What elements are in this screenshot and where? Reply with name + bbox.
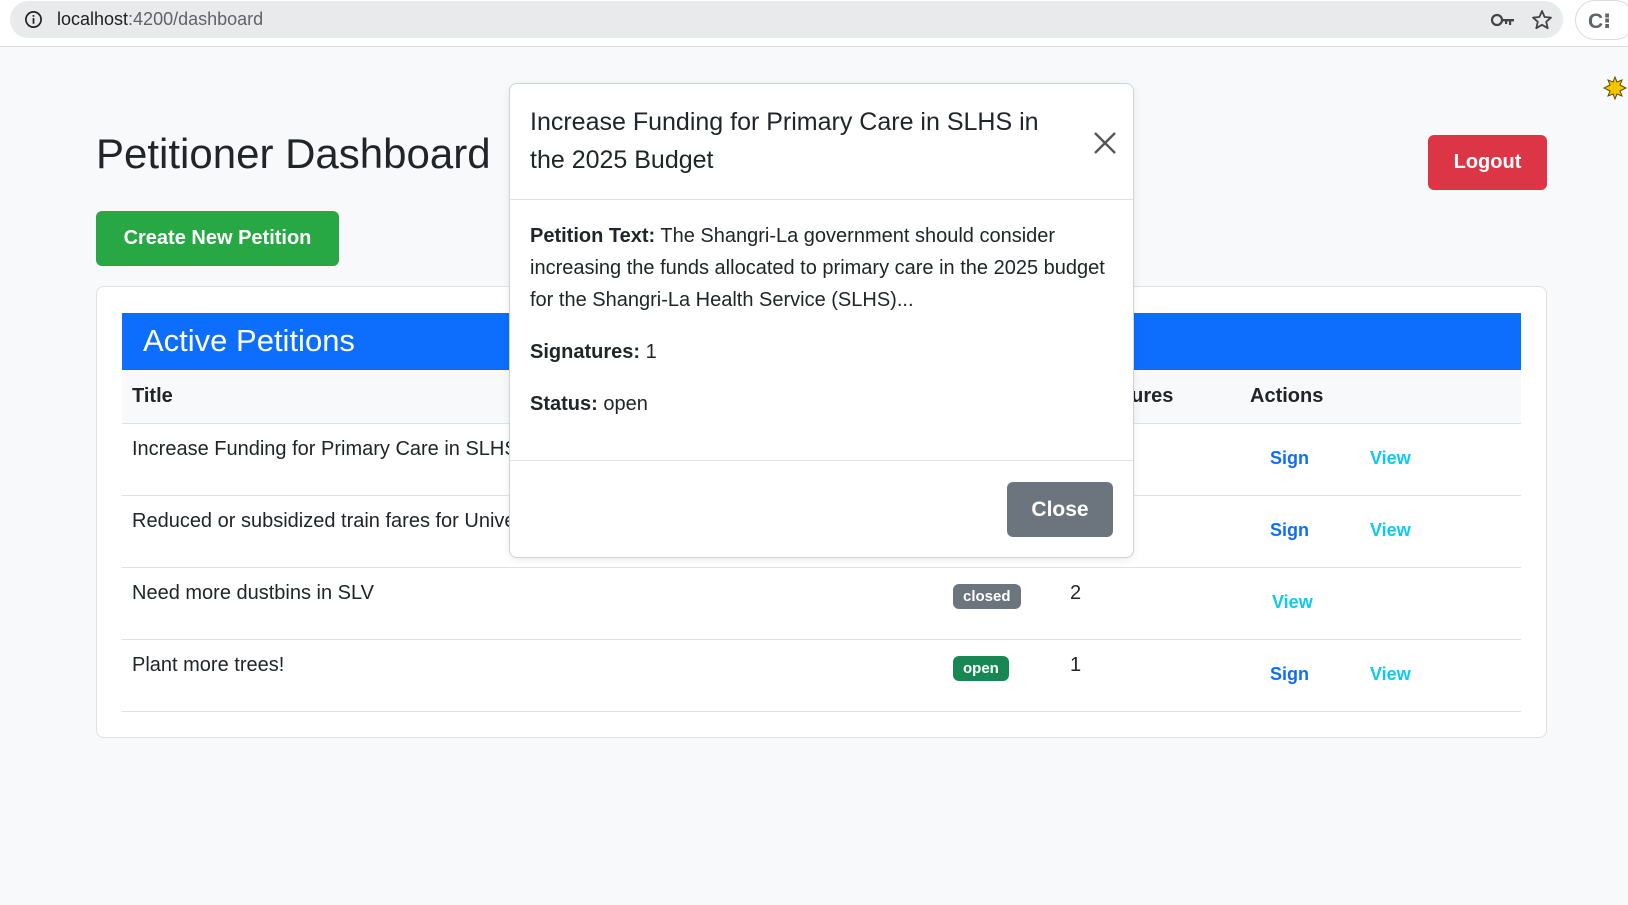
url-text[interactable]: localhost:4200/dashboard (57, 9, 263, 30)
signature-count: 2 (1070, 582, 1082, 604)
view-button[interactable]: View (1370, 448, 1411, 469)
bookmark-star-icon[interactable] (1530, 8, 1554, 32)
table-row: Plant more trees! open 1 Sign View (122, 640, 1521, 712)
sign-button[interactable]: Sign (1270, 520, 1309, 541)
status-value: open (603, 393, 648, 415)
address-bar[interactable]: localhost:4200/dashboard (10, 1, 1563, 38)
column-header-actions: Actions (1250, 385, 1324, 407)
petition-text-label: Petition Text: (530, 225, 656, 247)
logout-button[interactable]: Logout (1428, 135, 1547, 190)
sign-button[interactable]: Sign (1270, 448, 1309, 469)
modal-header: Increase Funding for Primary Care in SLH… (510, 84, 1133, 200)
extension-button[interactable]: C⁝ (1575, 0, 1628, 40)
modal-footer: Close (510, 460, 1133, 557)
sun-icon[interactable] (1603, 76, 1627, 100)
petition-signatures: Signatures: 1 (530, 336, 1110, 368)
status-label: Status: (530, 393, 598, 415)
petition-status: Status: open (530, 388, 1110, 420)
view-button[interactable]: View (1272, 592, 1313, 613)
column-header-title: Title (132, 385, 173, 407)
signature-count: 1 (1070, 654, 1082, 676)
petition-title: Plant more trees! (132, 654, 285, 676)
browser-toolbar: localhost:4200/dashboard C⁝ (0, 0, 1628, 47)
petition-text: Petition Text: The Shangri-La government… (530, 220, 1110, 316)
status-badge: open (953, 656, 1009, 681)
view-button[interactable]: View (1370, 664, 1411, 685)
petition-details-modal: Increase Funding for Primary Care in SLH… (509, 83, 1134, 558)
key-icon[interactable] (1490, 10, 1516, 30)
view-button[interactable]: View (1370, 520, 1411, 541)
url-path: :4200/dashboard (128, 9, 264, 29)
signatures-label: Signatures: (530, 341, 641, 363)
page-title: Petitioner Dashboard (96, 130, 491, 177)
sign-button[interactable]: Sign (1270, 664, 1309, 685)
table-row: Need more dustbins in SLV closed 2 View (122, 568, 1521, 640)
close-button[interactable]: Close (1007, 482, 1113, 537)
info-icon[interactable] (24, 10, 43, 29)
signatures-value: 1 (645, 341, 657, 363)
status-badge: closed (953, 584, 1021, 609)
close-icon[interactable] (1092, 130, 1118, 156)
url-host: localhost (57, 9, 129, 29)
modal-title: Increase Funding for Primary Care in SLH… (530, 108, 1039, 174)
create-petition-button[interactable]: Create New Petition (96, 211, 339, 266)
modal-body: Petition Text: The Shangri-La government… (530, 220, 1110, 440)
extension-icon: C⁝ (1588, 10, 1612, 33)
petition-title: Need more dustbins in SLV (132, 582, 374, 604)
